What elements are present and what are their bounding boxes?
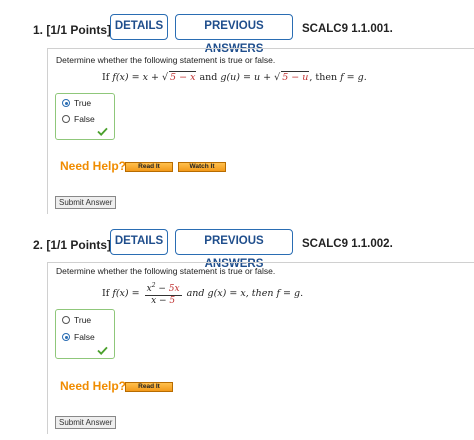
question-panel: Determine whether the following statemen… (47, 48, 474, 214)
answer-options: True False (55, 309, 115, 359)
details-button[interactable]: DETAILS (110, 14, 168, 40)
question-number: 2. [1/1 Points] (33, 238, 112, 252)
read-it-button[interactable]: Read It (125, 382, 173, 392)
radio-true[interactable] (62, 99, 70, 107)
question-header: 2. [1/1 Points] DETAILS PREVIOUS ANSWERS… (0, 229, 474, 270)
question-prompt: Determine whether the following statemen… (56, 266, 276, 276)
option-true[interactable]: True (62, 98, 91, 108)
question-2: 2. [1/1 Points] DETAILS PREVIOUS ANSWERS… (0, 229, 474, 434)
option-false[interactable]: False (62, 332, 95, 342)
need-help-label: Need Help? (60, 159, 127, 173)
watch-it-button[interactable]: Watch It (178, 162, 226, 172)
checkmark-icon (97, 346, 108, 355)
question-header: 1. [1/1 Points] DETAILS PREVIOUS ANSWERS… (0, 14, 474, 55)
answer-options: True False (55, 93, 115, 140)
read-it-button[interactable]: Read It (125, 162, 173, 172)
option-true[interactable]: True (62, 315, 91, 325)
submit-answer-button[interactable]: Submit Answer (55, 196, 117, 209)
details-button[interactable]: DETAILS (110, 229, 168, 255)
question-id: SCALC9 1.1.001. (302, 23, 393, 35)
question-prompt: Determine whether the following statemen… (56, 55, 276, 65)
previous-answers-button[interactable]: PREVIOUS ANSWERS (175, 229, 293, 270)
radio-true[interactable] (62, 316, 70, 324)
sqrt-symbol: √ (161, 72, 169, 83)
previous-answers-button[interactable]: PREVIOUS ANSWERS (175, 14, 293, 55)
statement-formula: If f(x) = x2 − 5x x − 5 and g(x) = x, th… (102, 282, 304, 306)
submit-answer-button[interactable]: Submit Answer (55, 416, 117, 429)
option-false[interactable]: False (62, 114, 95, 124)
question-number: 1. [1/1 Points] (33, 23, 112, 37)
radio-false[interactable] (62, 115, 70, 123)
question-panel: Determine whether the following statemen… (47, 262, 474, 434)
sqrt-symbol: √ (274, 72, 281, 83)
fraction: x2 − 5x x − 5 (144, 282, 182, 306)
question-1: 1. [1/1 Points] DETAILS PREVIOUS ANSWERS… (0, 14, 474, 214)
statement-formula: If f(x) = x + √ 5 − x and g(u) = u + √ 5 −… (102, 71, 367, 83)
need-help-label: Need Help? (60, 379, 127, 393)
checkmark-icon (97, 127, 108, 136)
question-id: SCALC9 1.1.002. (302, 238, 393, 250)
radio-false[interactable] (62, 333, 70, 341)
